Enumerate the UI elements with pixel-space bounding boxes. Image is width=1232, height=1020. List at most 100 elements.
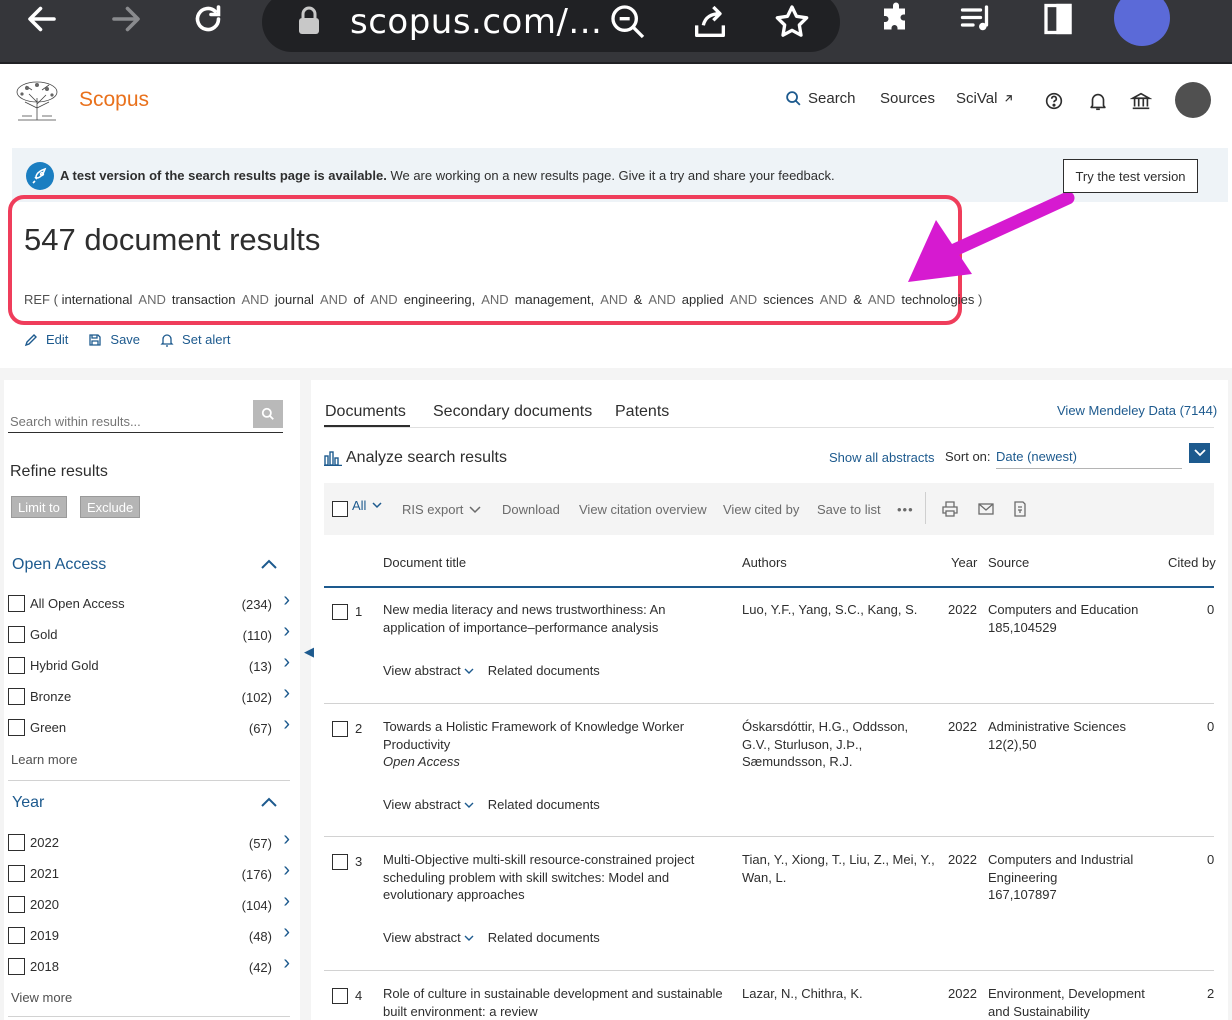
facet-checkbox[interactable]	[8, 958, 25, 975]
facet-item[interactable]: 2020 (104) ›	[8, 890, 292, 914]
nav-sources[interactable]: Sources	[880, 90, 935, 107]
nav-scival[interactable]: SciVal	[956, 90, 1014, 107]
chevron-up-icon[interactable]	[258, 557, 280, 571]
scopus-brand[interactable]: Scopus	[79, 88, 149, 112]
row-checkbox[interactable]	[332, 721, 348, 737]
limit-to-button[interactable]: Limit to	[11, 496, 67, 518]
sort-select[interactable]: Date (newest)	[996, 449, 1182, 469]
authors-cell[interactable]: Óskarsdóttir, H.G., Oddsson, G.V., Sturl…	[742, 718, 938, 771]
extensions-button[interactable]	[868, 0, 924, 38]
media-button[interactable]	[948, 0, 1004, 38]
save-query-button[interactable]: Save	[88, 332, 140, 347]
search-within-button[interactable]	[253, 400, 283, 428]
chevron-right-icon[interactable]: ›	[283, 651, 290, 674]
user-avatar[interactable]	[1175, 82, 1211, 118]
analyze-search-results-link[interactable]: Analyze search results	[324, 449, 507, 467]
edit-query-button[interactable]: Edit	[24, 332, 68, 347]
profile-avatar[interactable]	[1114, 0, 1170, 46]
learn-more-link[interactable]: Learn more	[11, 752, 77, 767]
bibliography-icon[interactable]	[1011, 500, 1029, 518]
facet-checkbox[interactable]	[8, 688, 25, 705]
chevron-right-icon[interactable]: ›	[283, 713, 290, 736]
view-cited-by-button[interactable]: View cited by	[723, 502, 799, 517]
save-to-list-button[interactable]: Save to list	[817, 502, 881, 517]
chevron-right-icon[interactable]: ›	[283, 828, 290, 851]
document-title-link[interactable]: Towards a Holistic Framework of Knowledg…	[383, 718, 728, 771]
chevron-right-icon[interactable]: ›	[283, 589, 290, 612]
facet-item[interactable]: 2021 (176) ›	[8, 859, 292, 883]
view-abstract-link[interactable]: View abstract	[383, 663, 474, 678]
facet-item[interactable]: 2022 (57) ›	[8, 828, 292, 852]
facet-item[interactable]: Hybrid Gold (13) ›	[8, 651, 292, 675]
chevron-right-icon[interactable]: ›	[283, 921, 290, 944]
view-citation-overview-button[interactable]: View citation overview	[579, 502, 707, 517]
column-header-source[interactable]: Source	[988, 555, 1029, 570]
facet-item[interactable]: Green (67) ›	[8, 713, 292, 737]
column-header-authors[interactable]: Authors	[742, 555, 787, 570]
authors-cell[interactable]: Lazar, N., Chithra, K.	[742, 985, 938, 1003]
view-abstract-link[interactable]: View abstract	[383, 930, 474, 945]
authors-cell[interactable]: Tian, Y., Xiong, T., Liu, Z., Mei, Y., W…	[742, 851, 938, 886]
sort-dropdown-button[interactable]	[1189, 443, 1210, 463]
facet-checkbox[interactable]	[8, 595, 25, 612]
collapse-sidebar-icon[interactable]: ◀	[304, 644, 318, 662]
column-header-cited-by[interactable]: Cited by	[1168, 555, 1216, 570]
search-within-input[interactable]	[10, 410, 252, 432]
cited-by-count[interactable]: 0	[1207, 718, 1214, 736]
facet-title-year[interactable]: Year	[12, 794, 44, 812]
facet-checkbox[interactable]	[8, 865, 25, 882]
facet-checkbox[interactable]	[8, 657, 25, 674]
tab-documents[interactable]: Documents	[325, 403, 406, 421]
facet-checkbox[interactable]	[8, 927, 25, 944]
bookmark-star-icon[interactable]	[772, 2, 812, 42]
authors-cell[interactable]: Luo, Y.F., Yang, S.C., Kang, S.	[742, 601, 938, 619]
facet-item[interactable]: Bronze (102) ›	[8, 682, 292, 706]
back-button[interactable]	[14, 0, 70, 38]
bell-icon[interactable]	[1087, 90, 1109, 112]
document-title-link[interactable]: Multi-Objective multi-skill resource-con…	[383, 851, 728, 904]
select-all-dropdown[interactable]: All	[352, 498, 382, 513]
chevron-right-icon[interactable]: ›	[283, 952, 290, 975]
select-all-checkbox[interactable]	[332, 501, 348, 517]
address-bar[interactable]: scopus.com/...	[262, 0, 840, 52]
facet-title-open-access[interactable]: Open Access	[12, 556, 106, 574]
reload-button[interactable]	[180, 0, 236, 38]
tab-secondary-documents[interactable]: Secondary documents	[433, 403, 592, 421]
ris-export-dropdown[interactable]: RIS export	[402, 502, 481, 517]
download-button[interactable]: Download	[502, 502, 560, 517]
chevron-right-icon[interactable]: ›	[283, 620, 290, 643]
elsevier-tree-logo-icon[interactable]	[12, 80, 62, 122]
facet-checkbox[interactable]	[8, 626, 25, 643]
cited-by-count[interactable]: 0	[1207, 601, 1214, 619]
more-options-button[interactable]: •••	[897, 502, 914, 517]
related-documents-link[interactable]: Related documents	[488, 663, 600, 678]
institution-icon[interactable]	[1130, 90, 1152, 112]
source-cell[interactable]: Environment, Development and Sustainabil…	[988, 985, 1153, 1020]
facet-item[interactable]: 2019 (48) ›	[8, 921, 292, 945]
try-test-version-button[interactable]: Try the test version	[1063, 159, 1198, 193]
email-icon[interactable]	[977, 500, 995, 518]
cited-by-count[interactable]: 0	[1207, 851, 1214, 869]
cited-by-count[interactable]: 2	[1207, 985, 1214, 1003]
facet-checkbox[interactable]	[8, 834, 25, 851]
view-mendeley-data-link[interactable]: View Mendeley Data (7144)	[1057, 403, 1217, 418]
chevron-right-icon[interactable]: ›	[283, 682, 290, 705]
facet-item[interactable]: 2018 (42) ›	[8, 952, 292, 976]
column-header-title[interactable]: Document title	[383, 555, 466, 570]
sidepanel-button[interactable]	[1030, 0, 1086, 38]
print-icon[interactable]	[941, 500, 959, 518]
facet-checkbox[interactable]	[8, 896, 25, 913]
share-icon[interactable]	[690, 2, 730, 42]
facet-item[interactable]: Gold (110) ›	[8, 620, 292, 644]
related-documents-link[interactable]: Related documents	[488, 797, 600, 812]
document-title-link[interactable]: Role of culture in sustainable developme…	[383, 985, 728, 1020]
row-checkbox[interactable]	[332, 854, 348, 870]
source-cell[interactable]: Computers and Education 185,104529	[988, 601, 1153, 636]
zoom-out-icon[interactable]	[608, 2, 648, 42]
view-more-years-link[interactable]: View more	[11, 990, 72, 1005]
facet-item[interactable]: All Open Access (234) ›	[8, 589, 292, 613]
forward-button[interactable]	[98, 0, 154, 38]
row-checkbox[interactable]	[332, 604, 348, 620]
chevron-up-icon[interactable]	[258, 795, 280, 809]
show-all-abstracts-link[interactable]: Show all abstracts	[829, 450, 935, 465]
